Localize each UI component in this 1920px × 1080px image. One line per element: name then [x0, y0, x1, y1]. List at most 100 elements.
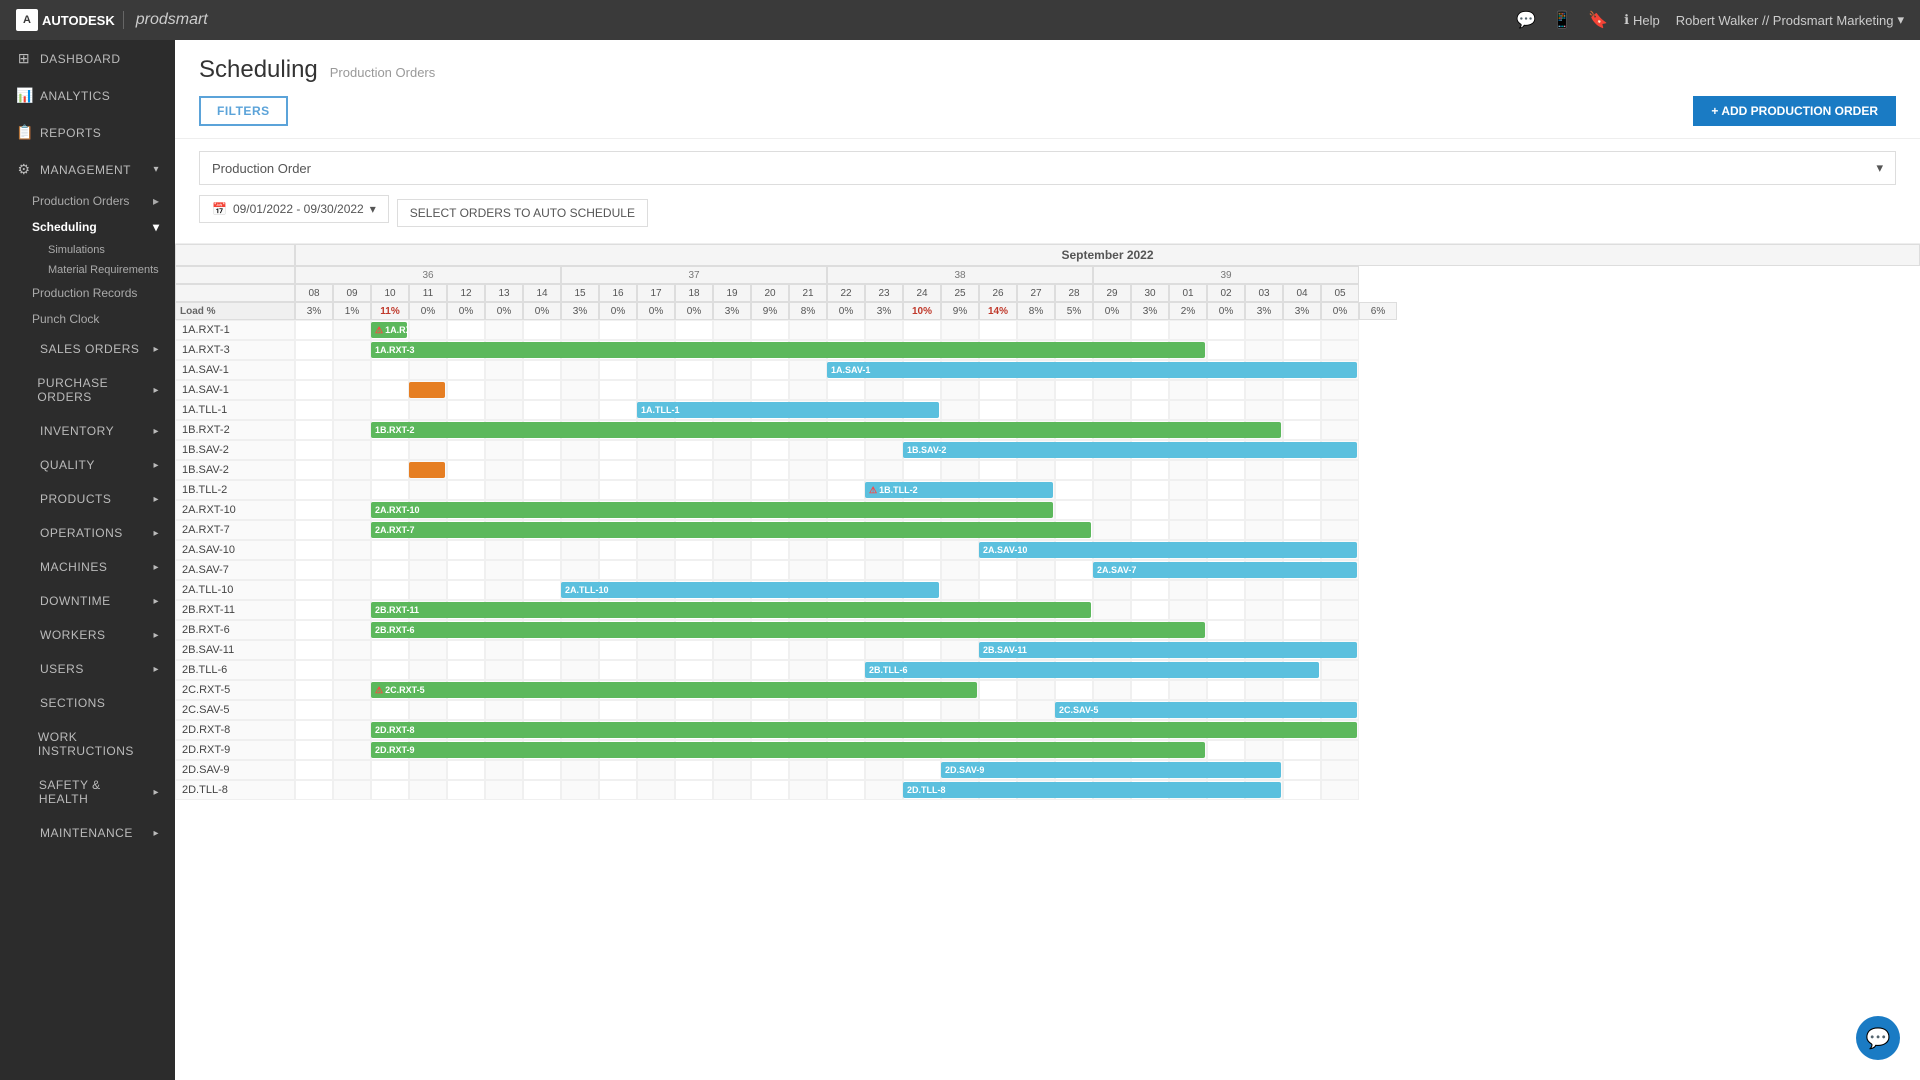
- sidebar-item-simulations[interactable]: Simulations: [0, 240, 175, 260]
- sidebar-item-users[interactable]: Users ▸: [0, 652, 175, 686]
- scheduling-controls: Production Order ▾ 📅 09/01/2022 - 09/30/…: [175, 139, 1920, 244]
- gantt-bar[interactable]: 2A.RXT-7: [371, 522, 1091, 538]
- topbar: A AUTODESK prodsmart 💬 📱 🔖 ℹ Help Robert…: [0, 0, 1920, 40]
- sidebar-item-management[interactable]: ⚙ MANAGEMENT ▾: [0, 151, 175, 188]
- sidebar-label-dashboard: DASHBOARD: [40, 52, 121, 66]
- sidebar-item-workers[interactable]: Workers ▸: [0, 618, 175, 652]
- sidebar-label-reports: REPORTS: [40, 126, 101, 140]
- sidebar-item-analytics[interactable]: 📊 ANALYTICS: [0, 77, 175, 114]
- row-label: 2A.SAV-10: [175, 540, 295, 560]
- filters-button[interactable]: FILTERS: [199, 96, 288, 126]
- management-chevron-icon: ▾: [153, 164, 159, 175]
- sidebar-item-purchase-orders[interactable]: Purchase Orders ▸: [0, 366, 175, 414]
- quality-chevron-icon: ▸: [153, 460, 159, 471]
- table-row: 2C.SAV-52C.SAV-5: [175, 700, 1920, 720]
- sidebar-label-analytics: ANALYTICS: [40, 89, 110, 103]
- sidebar-item-sales-orders[interactable]: Sales Orders ▸: [0, 332, 175, 366]
- sidebar-item-machines[interactable]: Machines ▸: [0, 550, 175, 584]
- sidebar-item-products[interactable]: Products ▸: [0, 482, 175, 516]
- sidebar-label-inventory: Inventory: [40, 424, 114, 438]
- gantt-bar[interactable]: 1B.SAV-2: [903, 442, 1357, 458]
- sidebar-item-dashboard[interactable]: ⊞ DASHBOARD: [0, 40, 175, 77]
- gantt-bar[interactable]: 2D.RXT-8: [371, 722, 1357, 738]
- autodesk-label: AUTODESK: [42, 13, 115, 28]
- gantt-bar[interactable]: 2A.SAV-7: [1093, 562, 1357, 578]
- scheduling-chevron-icon: ▾: [153, 220, 159, 234]
- table-row: 1B.SAV-21B.SAV-2: [175, 440, 1920, 460]
- sidebar-label-workers: Workers: [40, 628, 106, 642]
- table-row: 1B.TLL-2⚠1B.TLL-2: [175, 480, 1920, 500]
- gantt-bar[interactable]: [409, 462, 445, 478]
- gantt-bar[interactable]: 2B.RXT-11: [371, 602, 1091, 618]
- gantt-bar[interactable]: ⚠2C.RXT-5: [371, 682, 977, 698]
- maintenance-chevron-icon: ▸: [153, 828, 159, 839]
- gantt-bar[interactable]: 2B.RXT-6: [371, 622, 1205, 638]
- sidebar-item-sections[interactable]: Sections: [0, 686, 175, 720]
- gantt-bar[interactable]: ⚠1B.TLL-2: [865, 482, 1053, 498]
- table-row: 2B.RXT-11 2B.RXT-11: [175, 600, 1920, 620]
- gantt-bar[interactable]: 1A.TLL-1: [637, 402, 939, 418]
- sidebar-label-sections: Sections: [40, 696, 105, 710]
- gantt-bar[interactable]: 2A.TLL-10: [561, 582, 939, 598]
- sidebar-label-punch-clock: Punch Clock: [32, 312, 99, 326]
- row-label: 2D.SAV-9: [175, 760, 295, 780]
- sidebar-item-inventory[interactable]: Inventory ▸: [0, 414, 175, 448]
- gantt-bar[interactable]: [409, 382, 445, 398]
- topbar-logo: A AUTODESK prodsmart: [16, 9, 208, 31]
- sidebar-item-operations[interactable]: Operations ▸: [0, 516, 175, 550]
- sidebar-item-production-records[interactable]: Production Records: [0, 280, 175, 306]
- chat-icon[interactable]: 💬: [1516, 10, 1536, 30]
- sidebar-item-work-instructions[interactable]: Work Instructions: [0, 720, 175, 768]
- sidebar-item-reports[interactable]: 📋 REPORTS: [0, 114, 175, 151]
- add-production-order-button[interactable]: + ADD PRODUCTION ORDER: [1693, 96, 1896, 126]
- row-label: 1A.SAV-1: [175, 360, 295, 380]
- date-range-button[interactable]: 📅 09/01/2022 - 09/30/2022 ▾: [199, 195, 389, 223]
- autodesk-logo-icon: A: [16, 9, 38, 31]
- products-chevron-icon: ▸: [153, 494, 159, 505]
- table-row: 2D.RXT-82D.RXT-8: [175, 720, 1920, 740]
- table-row: 1A.RXT-31A.RXT-3: [175, 340, 1920, 360]
- gantt-container[interactable]: September 202236373839080910111213141516…: [175, 244, 1920, 1080]
- sidebar-label-maintenance: Maintenance: [40, 826, 133, 840]
- sidebar-item-quality[interactable]: Quality ▸: [0, 448, 175, 482]
- sidebar-item-downtime[interactable]: Downtime ▸: [0, 584, 175, 618]
- sidebar-item-scheduling[interactable]: Scheduling ▾: [0, 214, 175, 240]
- page-title: Scheduling: [199, 56, 318, 84]
- topbar-right: 💬 📱 🔖 ℹ Help Robert Walker // Prodsmart …: [1516, 10, 1904, 30]
- sidebar-item-safety-health[interactable]: Safety & Health ▸: [0, 768, 175, 816]
- gantt-bar[interactable]: 2A.SAV-10: [979, 542, 1357, 558]
- table-row: 2A.TLL-102A.TLL-10: [175, 580, 1920, 600]
- sidebar-label-safety-health: Safety & Health: [39, 778, 146, 806]
- gantt-bar[interactable]: ⚠1A.RXT-1: [371, 322, 407, 338]
- gantt-bar[interactable]: 2A.RXT-10: [371, 502, 1053, 518]
- sidebar-item-production-orders[interactable]: Production Orders ▸: [0, 188, 175, 214]
- gantt-bar[interactable]: 2C.SAV-5: [1055, 702, 1357, 718]
- production-order-dropdown[interactable]: Production Order ▾: [199, 151, 1896, 185]
- chat-floating-button[interactable]: 💬: [1856, 1016, 1900, 1060]
- user-menu[interactable]: Robert Walker // Prodsmart Marketing ▾: [1676, 12, 1904, 28]
- sidebar-label-machines: Machines: [40, 560, 107, 574]
- auto-schedule-button[interactable]: SELECT ORDERS TO AUTO SCHEDULE: [397, 199, 648, 227]
- users-chevron-icon: ▸: [153, 664, 159, 675]
- gantt-bar[interactable]: 2B.SAV-11: [979, 642, 1357, 658]
- sidebar-item-maintenance[interactable]: Maintenance ▸: [0, 816, 175, 850]
- sidebar-item-punch-clock[interactable]: Punch Clock: [0, 306, 175, 332]
- sidebar-label-sales-orders: Sales Orders: [40, 342, 139, 356]
- gantt-bar[interactable]: 2D.RXT-9: [371, 742, 1205, 758]
- sidebar-item-material-requirements[interactable]: Material Requirements: [0, 260, 175, 280]
- help-link[interactable]: ℹ Help: [1624, 12, 1660, 28]
- page-title-row: Scheduling Production Orders: [199, 56, 1896, 84]
- bookmark-icon[interactable]: 🔖: [1588, 10, 1608, 30]
- purchase-orders-chevron-icon: ▸: [153, 385, 159, 396]
- gantt-bar[interactable]: 2B.TLL-6: [865, 662, 1319, 678]
- gantt-bar[interactable]: 1A.RXT-3: [371, 342, 1205, 358]
- gantt-bar[interactable]: 1A.SAV-1: [827, 362, 1357, 378]
- row-label: 2B.RXT-11: [175, 600, 295, 620]
- sidebar-label-operations: Operations: [40, 526, 123, 540]
- autodesk-logo: A AUTODESK: [16, 9, 115, 31]
- gantt-bar[interactable]: 1B.RXT-2: [371, 422, 1281, 438]
- mobile-icon[interactable]: 📱: [1552, 10, 1572, 30]
- gantt-bar[interactable]: 2D.SAV-9: [941, 762, 1281, 778]
- row-label: 1B.RXT-2: [175, 420, 295, 440]
- gantt-bar[interactable]: 2D.TLL-8: [903, 782, 1281, 798]
